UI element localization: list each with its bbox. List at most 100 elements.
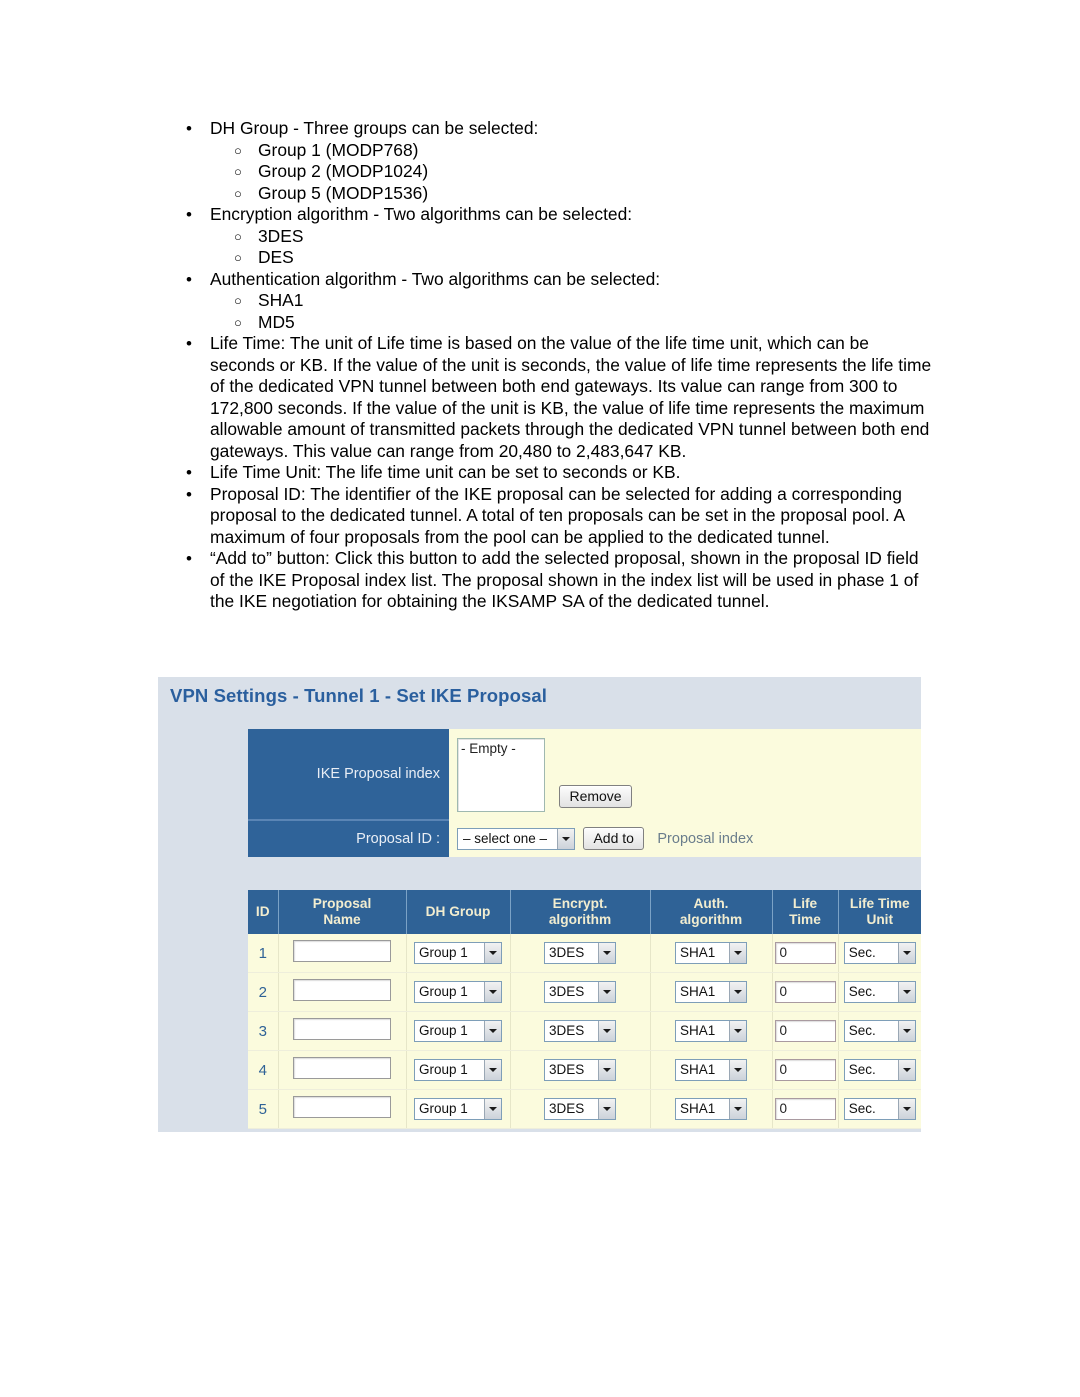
chevron-down-icon [484, 1060, 501, 1080]
cell-proposal-name [277, 972, 407, 1012]
dh-group-select[interactable]: Group 1 [414, 981, 502, 1003]
cell-life-time: 0 [771, 1050, 839, 1090]
dh-group-select[interactable]: Group 1 [414, 942, 502, 964]
dh-group-select[interactable]: Group 1 [414, 1098, 502, 1120]
ike-proposal-index-listbox[interactable]: - Empty - [457, 737, 545, 812]
life-time-unit-select[interactable]: Sec. [843, 1098, 916, 1120]
encrypt-algorithm-select[interactable]: 3DES [544, 1098, 616, 1120]
auth-algorithm-select[interactable]: SHA1 [675, 1059, 747, 1081]
dh-group-select[interactable]: Group 1 [414, 1059, 502, 1081]
auth-algorithm-select-value: SHA1 [680, 1062, 716, 1077]
life-time-input[interactable]: 0 [774, 1098, 836, 1120]
sub-bullet-item: ○ DES [210, 247, 933, 269]
document-text-block: • DH Group - Three groups can be selected… [158, 118, 933, 613]
proposal-name-input[interactable] [293, 939, 391, 962]
cell-dh-group: Group 1 [405, 934, 511, 973]
bullet-glyph-icon: • [186, 119, 192, 138]
auth-algorithm-select[interactable]: SHA1 [675, 1020, 747, 1042]
life-time-unit-select[interactable]: Sec. [843, 1059, 916, 1081]
proposal-id-select[interactable]: – select one – [457, 827, 575, 850]
sub-bullet-item: ○ 3DES [210, 226, 933, 248]
cell-life-time: 0 [771, 934, 839, 973]
encrypt-algorithm-select[interactable]: 3DES [544, 1020, 616, 1042]
chevron-down-icon [897, 1060, 915, 1080]
table-row: 2 Group 1 3DES SHA1 0 Sec. [248, 972, 921, 1012]
cell-id: 4 [248, 1050, 279, 1090]
bullet-text: Life Time: The unit of Life time is base… [210, 333, 932, 461]
chevron-down-icon [484, 1099, 501, 1119]
chevron-down-icon [598, 1099, 615, 1119]
chevron-down-icon [598, 1021, 615, 1041]
cell-encrypt-algorithm: 3DES [509, 1050, 651, 1090]
bullet-text: Authentication algorithm - Two algorithm… [210, 268, 661, 289]
ike-proposal-index-table: IKE Proposal index - Empty - Remove Prop… [248, 729, 921, 857]
chevron-down-icon [729, 982, 746, 1002]
chevron-down-icon [729, 1099, 746, 1119]
sub-bullet-glyph-icon: ○ [234, 142, 242, 158]
bullet-item: • Encryption algorithm - Two algorithms c… [158, 204, 933, 269]
cell-dh-group: Group 1 [405, 1089, 511, 1129]
cell-encrypt-algorithm: 3DES [509, 934, 651, 973]
column-header: Encrypt. algorithm [509, 890, 651, 934]
cell-encrypt-algorithm: 3DES [509, 1011, 651, 1051]
proposal-name-input[interactable] [293, 1056, 391, 1079]
bullet-text: “Add to” button: Click this button to ad… [210, 548, 919, 611]
chevron-down-icon [729, 1021, 746, 1041]
life-time-input[interactable]: 0 [774, 942, 836, 964]
sub-bullet-list: ○ 3DES ○ DES [210, 226, 933, 269]
proposal-name-input[interactable] [293, 978, 391, 1001]
column-header: DH Group [405, 890, 511, 934]
chevron-down-icon [484, 943, 501, 963]
ike-proposal-index-row: IKE Proposal index - Empty - Remove [248, 729, 921, 821]
chevron-down-icon [557, 828, 574, 849]
dh-group-select-value: Group 1 [419, 1101, 468, 1116]
auth-algorithm-select[interactable]: SHA1 [675, 981, 747, 1003]
bullet-glyph-icon: • [186, 463, 192, 482]
sub-bullet-item: ○ Group 5 (MODP1536) [210, 183, 933, 205]
dh-group-select-value: Group 1 [419, 1023, 468, 1038]
add-to-button[interactable]: Add to [583, 827, 644, 850]
life-time-unit-select[interactable]: Sec. [843, 1020, 916, 1042]
life-time-unit-select[interactable]: Sec. [843, 981, 916, 1003]
cell-dh-group: Group 1 [405, 1050, 511, 1090]
table-row: 1 Group 1 3DES SHA1 0 Sec. [248, 934, 921, 973]
bullet-item: • Proposal ID: The identifier of the IKE … [158, 484, 933, 549]
life-time-unit-select[interactable]: Sec. [843, 942, 916, 964]
bullet-glyph-icon: • [186, 334, 192, 353]
sub-bullet-text: SHA1 [258, 290, 304, 310]
cell-proposal-name [277, 1089, 407, 1129]
dh-group-select[interactable]: Group 1 [414, 1020, 502, 1042]
column-header-line: Time [789, 912, 821, 927]
bullet-list: • DH Group - Three groups can be selected… [158, 118, 933, 613]
life-time-input[interactable]: 0 [774, 981, 836, 1003]
cell-life-time: 0 [771, 1011, 839, 1051]
encrypt-algorithm-select[interactable]: 3DES [544, 942, 616, 964]
remove-button[interactable]: Remove [559, 785, 632, 808]
life-time-unit-select-value: Sec. [848, 1023, 876, 1038]
life-time-input[interactable]: 0 [774, 1059, 836, 1081]
bullet-glyph-icon: • [186, 205, 192, 224]
sub-bullet-text: 3DES [258, 225, 304, 246]
encrypt-algorithm-select[interactable]: 3DES [544, 981, 616, 1003]
chevron-down-icon [484, 1021, 501, 1041]
bullet-item: • Life Time: The unit of Life time is bas… [158, 333, 933, 462]
cell-life-time: 0 [771, 1089, 839, 1129]
proposal-name-input[interactable] [293, 1095, 391, 1118]
bullet-text: Life Time Unit: The life time unit can b… [210, 462, 681, 482]
column-header-line: Auth. [693, 896, 729, 911]
cell-auth-algorithm: SHA1 [649, 972, 773, 1012]
sub-bullet-glyph-icon: ○ [234, 164, 242, 179]
bullet-text: DH Group - Three groups can be selected: [210, 118, 539, 138]
auth-algorithm-select[interactable]: SHA1 [675, 1098, 747, 1120]
dh-group-select-value: Group 1 [419, 945, 468, 960]
life-time-input[interactable]: 0 [774, 1020, 836, 1042]
auth-algorithm-select[interactable]: SHA1 [675, 942, 747, 964]
bullet-item: • DH Group - Three groups can be selected… [158, 118, 933, 204]
encrypt-algorithm-select[interactable]: 3DES [544, 1059, 616, 1081]
cell-id: 2 [248, 972, 279, 1012]
cell-encrypt-algorithm: 3DES [509, 1089, 651, 1129]
sub-bullet-list: ○ SHA1 ○ MD5 [210, 290, 933, 333]
proposal-table: ID Proposal Name DH Group Encrypt. algorithm A… [248, 890, 921, 1129]
proposal-name-input[interactable] [293, 1017, 391, 1040]
bullet-glyph-icon: • [186, 484, 192, 504]
